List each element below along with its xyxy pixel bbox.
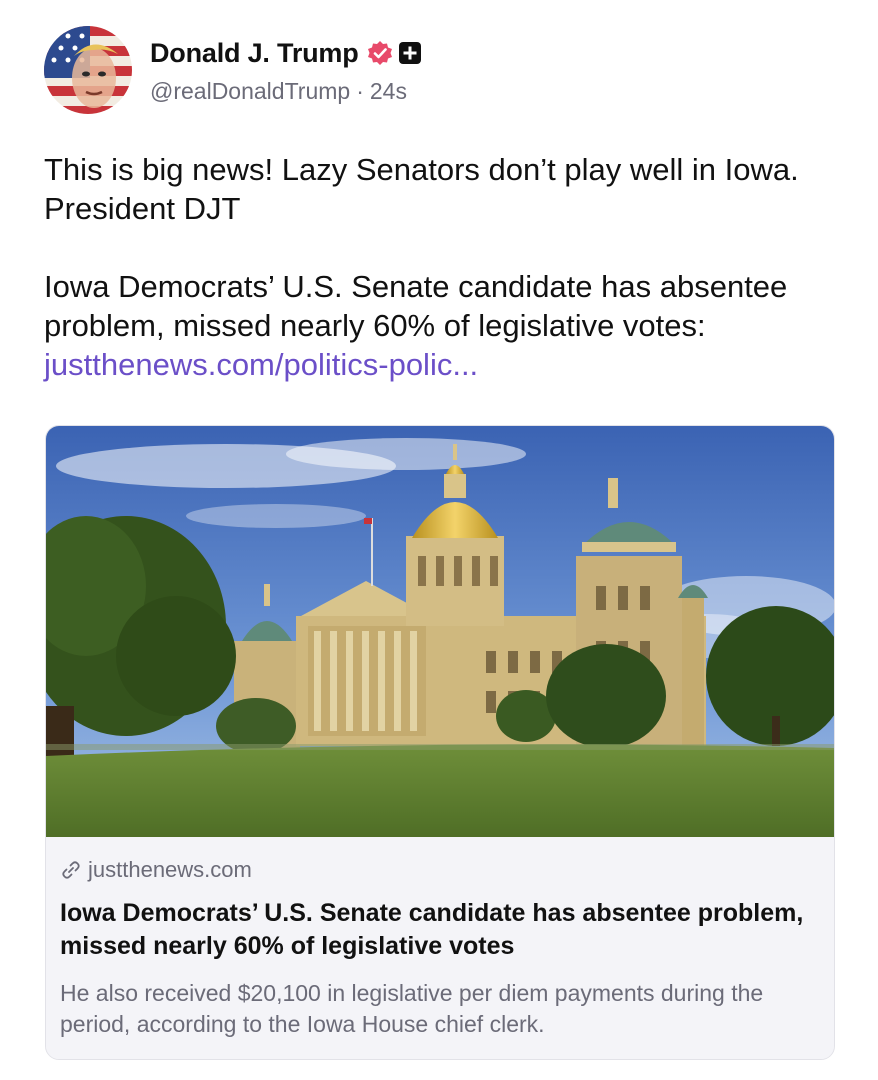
post-inline-link[interactable]: justthenews.com/politics-polic... — [44, 347, 478, 382]
link-preview-card[interactable]: justthenews.com Iowa Democrats’ U.S. Sen… — [45, 425, 835, 1060]
post-text-paragraph-2-prefix: Iowa Democrats’ U.S. Senate candidate ha… — [44, 269, 788, 343]
link-preview-title[interactable]: Iowa Democrats’ U.S. Senate candidate ha… — [60, 897, 820, 963]
post-header: Donald J. Trump @realDonaldTrump · 24s — [44, 26, 844, 118]
author-meta-row: @realDonaldTrump · 24s — [150, 78, 407, 105]
avatar-image — [44, 26, 132, 114]
link-preview-description: He also received $20,100 in legislative … — [60, 980, 764, 1037]
post-text-paragraph-2: Iowa Democrats’ U.S. Senate candidate ha… — [44, 267, 834, 384]
author-handle[interactable]: @realDonaldTrump — [150, 78, 350, 104]
post-body: This is big news! Lazy Senators don’t pl… — [44, 150, 834, 384]
verified-icon — [367, 41, 392, 65]
avatar[interactable] — [44, 26, 132, 114]
link-preview-domain-row: justthenews.com — [60, 857, 252, 883]
post-text-paragraph-1: This is big news! Lazy Senators don’t pl… — [44, 152, 799, 226]
meta-separator: · — [356, 78, 364, 104]
plus-square-icon — [398, 42, 421, 64]
link-preview-body: justthenews.com Iowa Democrats’ U.S. Sen… — [46, 837, 834, 1059]
link-icon — [62, 861, 80, 879]
author-display-name[interactable]: Donald J. Trump — [150, 38, 359, 69]
author-name-row: Donald J. Trump — [150, 38, 421, 68]
post-timestamp[interactable]: 24s — [370, 78, 407, 104]
link-preview-image[interactable] — [46, 426, 834, 837]
capitol-building-image — [46, 426, 834, 837]
link-preview-domain: justthenews.com — [88, 857, 252, 882]
